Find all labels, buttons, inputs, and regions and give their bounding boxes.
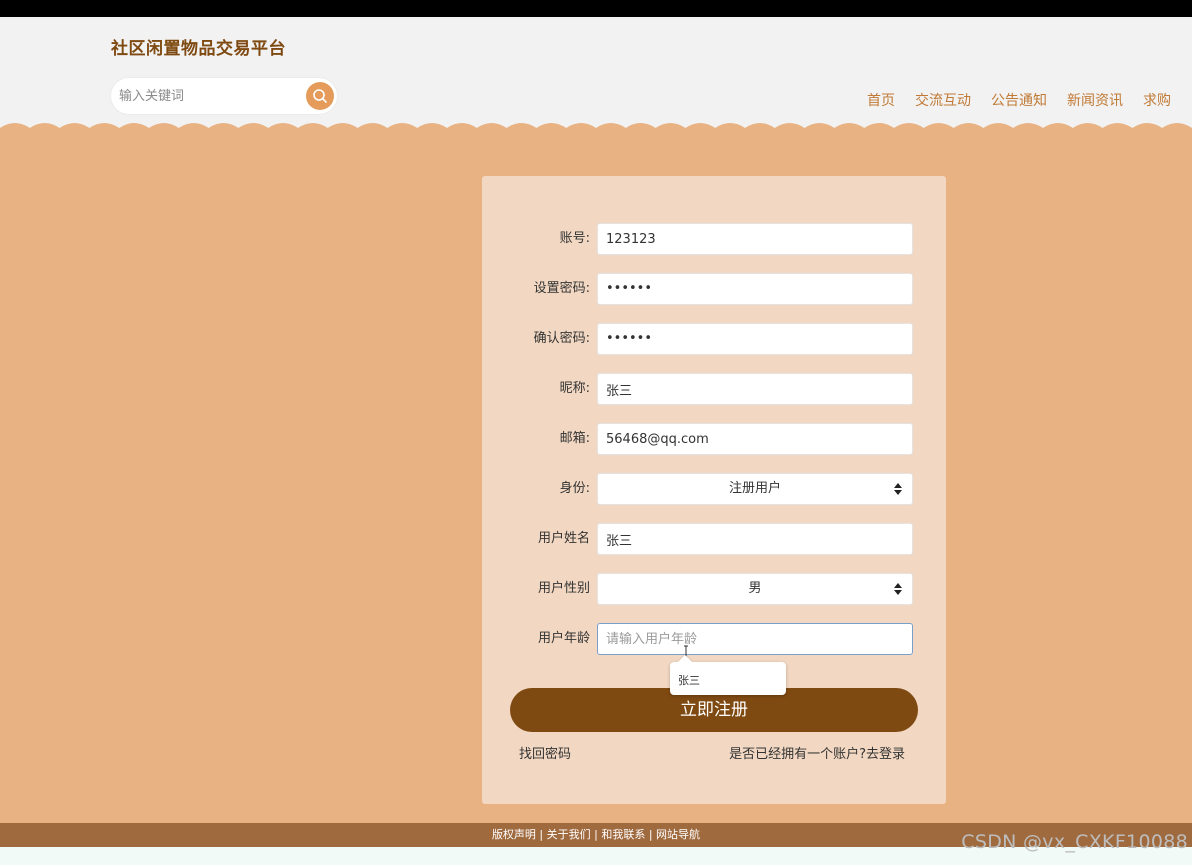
nav-item-wanted[interactable]: 求购 [1143, 90, 1171, 110]
search-button[interactable] [306, 82, 334, 110]
field-row-real-name: 用户姓名 [482, 523, 946, 555]
role-select[interactable]: 注册用户 [597, 473, 913, 505]
nav-item-home[interactable]: 首页 [867, 90, 895, 110]
forgot-password-link[interactable]: 找回密码 [519, 743, 571, 762]
gender-label: 用户性别 [537, 581, 590, 596]
password-label: 设置密码: [533, 281, 590, 296]
search-input[interactable] [119, 86, 299, 106]
real-name-input[interactable] [597, 523, 913, 555]
confirm-password-label: 确认密码: [533, 331, 590, 346]
gender-select[interactable]: 男 [597, 573, 913, 605]
email-input[interactable] [597, 423, 913, 455]
field-row-confirm-password: 确认密码: •••••• [482, 323, 946, 355]
autocomplete-suggestion[interactable]: 张三 [670, 662, 786, 695]
search-icon [313, 89, 327, 103]
search-box [111, 78, 337, 114]
real-name-label: 用户姓名 [537, 531, 590, 546]
main-area: 账号: 设置密码: •••••• 确认密码: •••••• 昵称: 邮箱: 身份… [0, 135, 1192, 823]
watermark: CSDN @vx_CXKF10088 [961, 831, 1188, 853]
field-row-password: 设置密码: •••••• [482, 273, 946, 305]
main-nav: 首页 交流互动 公告通知 新闻资讯 求购 [857, 90, 1181, 110]
account-label: 账号: [559, 231, 590, 246]
field-row-account: 账号: [482, 223, 946, 255]
age-label: 用户年龄 [537, 631, 590, 646]
select-arrows-icon [894, 483, 902, 495]
nav-item-forum[interactable]: 交流互动 [915, 90, 971, 110]
wave-divider [0, 123, 1192, 140]
account-input[interactable] [597, 223, 913, 255]
field-row-email: 邮箱: [482, 423, 946, 455]
site-title: 社区闲置物品交易平台 [111, 39, 286, 59]
window-top-bar [0, 0, 1192, 17]
gender-select-value: 男 [748, 581, 762, 596]
field-row-age: 用户年龄 [482, 623, 946, 655]
password-input[interactable]: •••••• [597, 273, 913, 305]
nav-item-news[interactable]: 新闻资讯 [1067, 90, 1123, 110]
field-row-nickname: 昵称: [482, 373, 946, 405]
confirm-password-input[interactable]: •••••• [597, 323, 913, 355]
role-select-value: 注册用户 [728, 481, 781, 496]
nav-item-notices[interactable]: 公告通知 [991, 90, 1047, 110]
age-input[interactable] [597, 623, 913, 655]
email-label: 邮箱: [559, 431, 590, 446]
field-row-role: 身份: 注册用户 [482, 473, 946, 505]
site-header: 社区闲置物品交易平台 首页 交流互动 公告通知 新闻资讯 求购 [0, 17, 1192, 127]
field-row-gender: 用户性别 男 [482, 573, 946, 605]
go-login-link[interactable]: 是否已经拥有一个账户?去登录 [729, 743, 905, 762]
register-card: 账号: 设置密码: •••••• 确认密码: •••••• 昵称: 邮箱: 身份… [482, 176, 946, 804]
role-label: 身份: [559, 481, 590, 496]
nickname-input[interactable] [597, 373, 913, 405]
nickname-label: 昵称: [559, 381, 590, 396]
select-arrows-icon [894, 583, 902, 595]
